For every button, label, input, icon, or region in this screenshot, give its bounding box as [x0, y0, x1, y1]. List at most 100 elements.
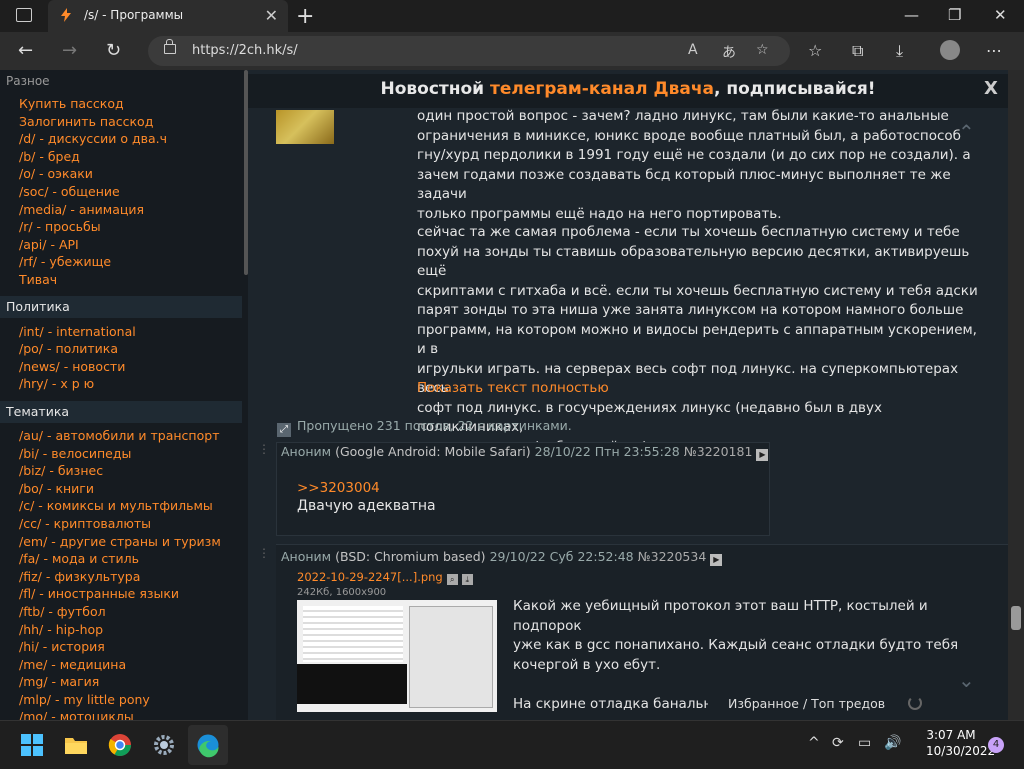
new-tab-button[interactable]: +: [296, 4, 314, 29]
post-menu-arrow-icon[interactable]: ▶: [756, 449, 769, 461]
sidebar-item-int[interactable]: /int/ - international: [19, 324, 136, 339]
sidebar-item-bo[interactable]: /bo/ - книги: [19, 481, 94, 496]
sidebar-item-fl[interactable]: /fl/ - иностранные языки: [19, 586, 179, 601]
collections-icon[interactable]: ⧉: [852, 41, 863, 61]
tray-overflow-chevron-icon[interactable]: ^: [808, 735, 820, 751]
post-menu-dots-icon[interactable]: ⋮: [258, 442, 270, 456]
post-header: Аноним (BSD: Chromium based) 29/10/22 Су…: [281, 549, 723, 566]
page-scrollbar-thumb[interactable]: [1011, 606, 1021, 630]
profile-avatar[interactable]: [940, 40, 960, 60]
post-menu-arrow-icon[interactable]: ▶: [710, 554, 723, 566]
edge-taskbar-slot[interactable]: [188, 725, 228, 765]
post-image-thumbnail[interactable]: [276, 110, 334, 144]
downloads-icon[interactable]: ⤓: [896, 41, 903, 61]
minimize-button[interactable]: —: [904, 6, 919, 24]
edge-icon: [197, 734, 219, 758]
download-icon[interactable]: ⤓: [461, 574, 473, 585]
url-text: https://2ch.hk/s/: [192, 43, 298, 58]
sidebar-item-fa[interactable]: /fa/ - мода и стиль: [19, 551, 139, 566]
post-line: похуй на зонды ты ставишь образовательну…: [417, 243, 970, 280]
banner-close-button[interactable]: X: [984, 78, 998, 99]
file-explorer-icon[interactable]: [60, 729, 92, 761]
sidebar-item-login-passcode[interactable]: Залогинить пасскод: [19, 114, 153, 129]
sidebar-section-thematic[interactable]: Тематика: [0, 401, 242, 423]
post-menu-dots-icon[interactable]: ⋮: [258, 546, 270, 560]
notification-badge[interactable]: 4: [988, 737, 1004, 753]
attachment-filename[interactable]: 2022-10-29-2247[...].png ⌕ ⤓: [297, 570, 473, 585]
sidebar-item-hh[interactable]: /hh/ - hip-hop: [19, 622, 103, 637]
favorites-icon[interactable]: ☆: [808, 41, 822, 60]
sidebar-item-rf[interactable]: /rf/ - убежище: [19, 254, 111, 269]
url-field[interactable]: https://2ch.hk/s/ A あ ☆: [148, 36, 790, 66]
favorite-add-icon[interactable]: ☆: [756, 42, 769, 58]
clock-time: 3:07 AM: [926, 728, 976, 742]
sidebar-item-bi[interactable]: /bi/ - велосипеды: [19, 446, 131, 461]
forward-icon[interactable]: →: [62, 40, 77, 61]
tab-active[interactable]: /s/ - Программы ✕: [48, 0, 288, 32]
sidebar-item-cc[interactable]: /cc/ - криптовалюты: [19, 516, 151, 531]
read-aloud-icon[interactable]: A: [688, 42, 698, 58]
sidebar-item-po[interactable]: /po/ - политика: [19, 341, 118, 356]
skipped-posts-row[interactable]: ⤢ Пропущено 231 постов, 22 с картинками.: [277, 418, 572, 437]
close-window-button[interactable]: ✕: [994, 6, 1007, 24]
post-line: скриптами с гитхаба и всё. если ты хочеш…: [417, 282, 978, 299]
post-user-agent: (BSD: Chromium based): [335, 549, 486, 564]
sidebar-item-api[interactable]: /api/ - API: [19, 237, 79, 252]
sidebar-item-fiz[interactable]: /fiz/ - физкультура: [19, 569, 140, 584]
start-icon[interactable]: [16, 729, 48, 761]
volume-icon[interactable]: 🔊: [884, 735, 901, 751]
post-author: Аноним: [281, 444, 332, 459]
sidebar-item-mo[interactable]: /mo/ - мотоциклы: [19, 709, 134, 720]
post-number[interactable]: №3220181: [684, 444, 753, 459]
post-line: программ, на котором можно и видосы ренд…: [417, 321, 977, 358]
scroll-up-chevron-icon[interactable]: ⌃: [958, 120, 975, 144]
tray-monitor-icon[interactable]: ▭: [858, 735, 871, 751]
sidebar-item-media[interactable]: /media/ - анимация: [19, 202, 144, 217]
banner-channel-link[interactable]: телеграм-канал Двача: [490, 79, 714, 99]
sidebar-item-soc[interactable]: /soc/ - общение: [19, 184, 120, 199]
expand-icon[interactable]: ⤢: [277, 423, 291, 437]
sidebar-item-news[interactable]: /news/ - новости: [19, 359, 125, 374]
favicon-icon: [61, 8, 71, 22]
sidebar-section-politics[interactable]: Политика: [0, 296, 242, 318]
maximize-button[interactable]: ❐: [948, 6, 961, 24]
refresh-icon[interactable]: [908, 696, 922, 710]
sidebar-item-biz[interactable]: /biz/ - бизнес: [19, 463, 103, 478]
sidebar-item-ftb[interactable]: /ftb/ - футбол: [19, 604, 106, 619]
reload-icon[interactable]: ↻: [106, 40, 121, 61]
sidebar-item-c[interactable]: /c/ - комиксы и мультфильмы: [19, 498, 213, 513]
sidebar-item-hry[interactable]: /hry/ - х р ю: [19, 376, 94, 391]
attachment-image[interactable]: [297, 600, 497, 712]
sidebar-item-me[interactable]: /me/ - медицина: [19, 657, 126, 672]
sidebar-item-d[interactable]: /d/ - дискуссии о два.ч: [19, 131, 167, 146]
tray-sync-icon[interactable]: ⟳: [832, 735, 844, 751]
post-line: ограничения в миниксе, юникс вроде вообщ…: [417, 127, 961, 144]
settings-icon[interactable]: [148, 729, 180, 761]
page-scrollbar[interactable]: [1008, 70, 1024, 720]
translate-icon[interactable]: あ: [722, 42, 736, 62]
sidebar-item-tivach[interactable]: Тивач: [19, 272, 57, 287]
post-number[interactable]: №3220534: [638, 549, 707, 564]
sidebar-item-r[interactable]: /r/ - просьбы: [19, 219, 101, 234]
reply-quote-link[interactable]: >>3203004: [297, 480, 380, 496]
telegram-banner: Новостной телеграм-канал Двача, подписыв…: [248, 74, 1008, 108]
sidebar-item-b[interactable]: /b/ - бред: [19, 149, 80, 164]
more-menu-icon[interactable]: ⋯: [986, 41, 1002, 60]
search-image-icon[interactable]: ⌕: [446, 574, 458, 585]
sidebar-item-au[interactable]: /au/ - автомобили и транспорт: [19, 428, 219, 443]
favorites-top-threads-bar[interactable]: Избранное / Топ тредов: [708, 692, 932, 716]
tab-actions-icon[interactable]: [16, 8, 32, 22]
sidebar-item-buy-passcode[interactable]: Купить пасскод: [19, 96, 124, 111]
show-full-text-link[interactable]: Показать текст полностью: [417, 380, 609, 396]
attachment-filename-text[interactable]: 2022-10-29-2247[...].png: [297, 570, 443, 584]
scroll-down-chevron-icon[interactable]: ⌄: [958, 668, 975, 692]
taskbar-clock[interactable]: 3:07 AM 10/30/2022: [926, 727, 995, 759]
tab-close-icon[interactable]: ✕: [265, 6, 278, 25]
sidebar-item-mg[interactable]: /mg/ - магия: [19, 674, 99, 689]
sidebar-item-mlp[interactable]: /mlp/ - my little pony: [19, 692, 150, 707]
sidebar-item-o[interactable]: /o/ - оэкаки: [19, 166, 93, 181]
sidebar-item-hi[interactable]: /hi/ - история: [19, 639, 105, 654]
chrome-icon[interactable]: [104, 729, 136, 761]
back-icon[interactable]: ←: [18, 40, 33, 61]
sidebar-item-em[interactable]: /em/ - другие страны и туризм: [19, 534, 221, 549]
